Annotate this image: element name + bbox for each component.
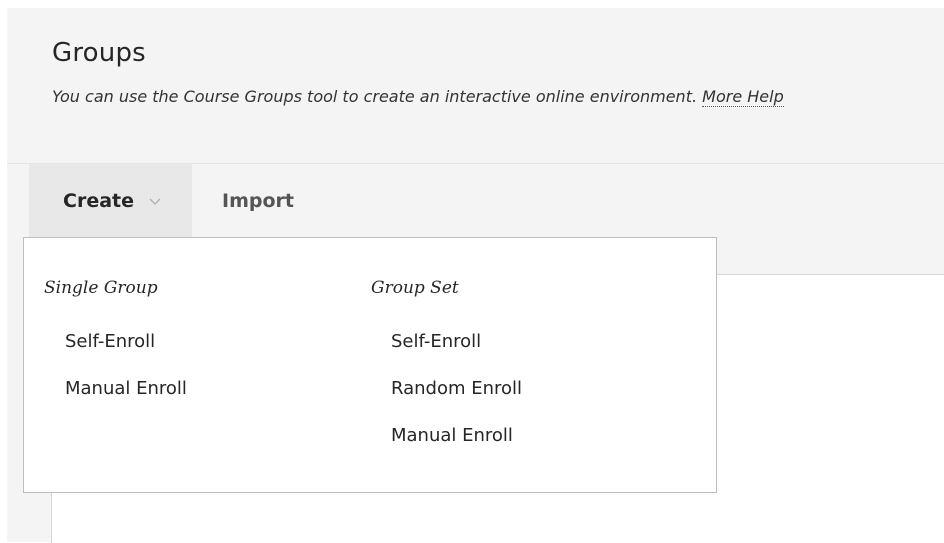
set-self-enroll-item[interactable]: Self-Enroll — [391, 331, 481, 352]
set-random-enroll-item[interactable]: Random Enroll — [391, 378, 522, 399]
create-label: Create — [63, 189, 134, 212]
single-group-heading: Single Group — [44, 278, 158, 298]
set-manual-enroll-item[interactable]: Manual Enroll — [391, 425, 513, 446]
group-set-heading: Group Set — [371, 278, 459, 298]
chevron-down-icon — [149, 198, 161, 205]
single-self-enroll-item[interactable]: Self-Enroll — [65, 331, 155, 352]
page-description: You can use the Course Groups tool to cr… — [52, 87, 784, 107]
page-description-text: You can use the Course Groups tool to cr… — [52, 87, 698, 106]
import-label: Import — [222, 189, 294, 212]
page-header: Groups You can use the Course Groups too… — [7, 8, 944, 164]
single-manual-enroll-item[interactable]: Manual Enroll — [65, 378, 187, 399]
page-title: Groups — [52, 38, 146, 68]
create-menu-button[interactable]: Create — [29, 164, 192, 237]
import-button[interactable]: Import — [222, 164, 294, 237]
top-strip — [0, 0, 944, 8]
more-help-link[interactable]: More Help — [702, 87, 784, 107]
action-bar: Create Import — [7, 164, 944, 237]
create-dropdown-menu: Single Group Self-Enroll Manual Enroll G… — [23, 237, 717, 493]
